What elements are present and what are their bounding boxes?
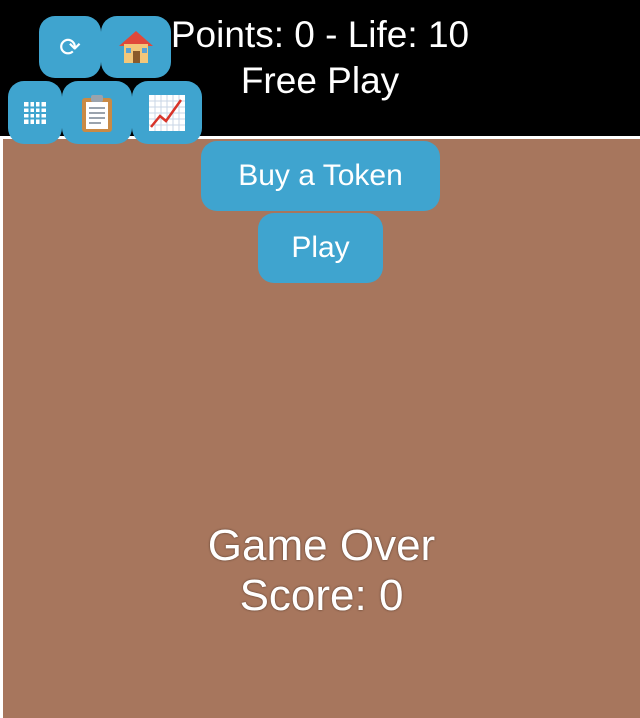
- buy-token-button[interactable]: Buy a Token: [201, 141, 440, 211]
- refresh-button[interactable]: ⟳: [39, 16, 101, 78]
- house-icon: [119, 31, 153, 63]
- game-over-title: Game Over: [207, 521, 436, 570]
- grid-icon: [24, 101, 46, 124]
- chart-button[interactable]: [132, 81, 202, 144]
- clipboard-icon: [82, 94, 112, 132]
- final-score: Score: 0: [239, 571, 404, 620]
- refresh-icon: ⟳: [59, 31, 81, 62]
- grid-button[interactable]: [8, 81, 62, 144]
- play-button[interactable]: Play: [258, 213, 383, 283]
- home-button[interactable]: [101, 16, 171, 78]
- chart-increasing-icon: [149, 94, 185, 131]
- clipboard-button[interactable]: [62, 81, 132, 144]
